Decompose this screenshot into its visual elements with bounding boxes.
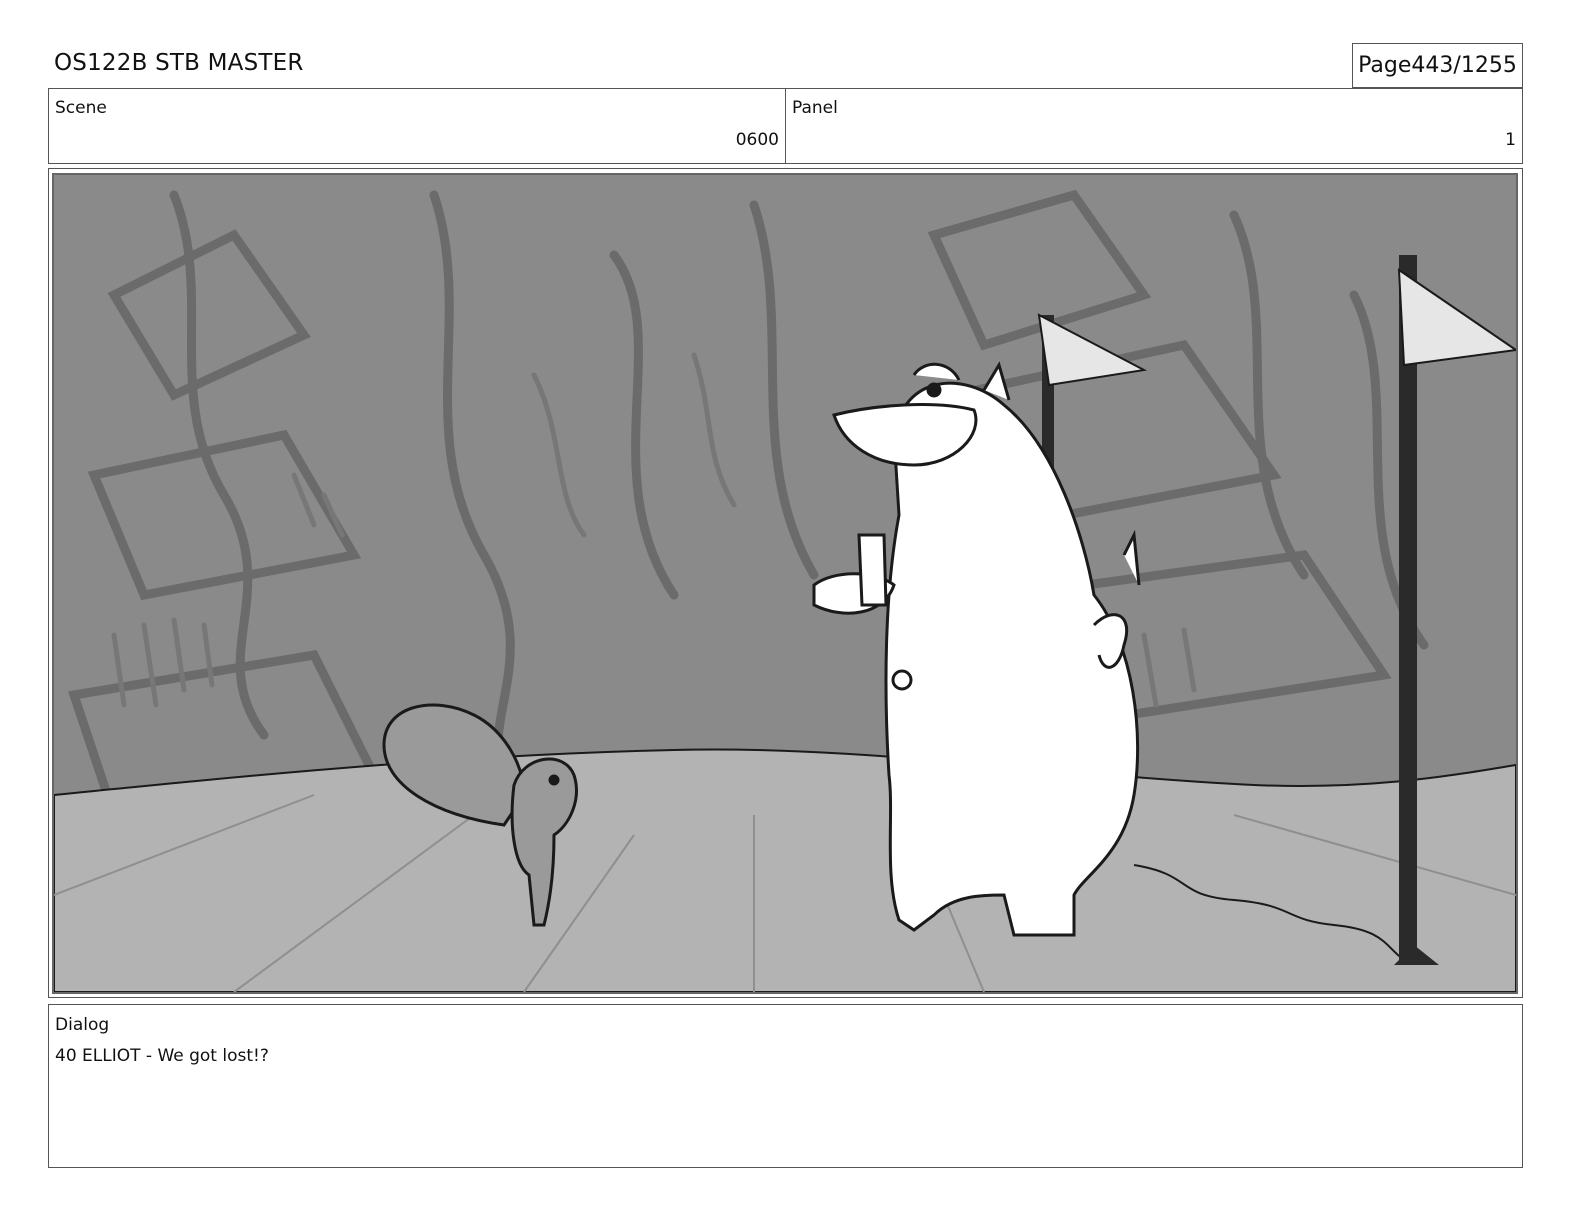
panel-cell: Panel 1 bbox=[786, 89, 1522, 163]
panel-label: Panel bbox=[792, 98, 838, 118]
page-indicator: Page 443/1255 bbox=[1352, 43, 1523, 88]
dialog-text: 40 ELLIOT - We got lost!? bbox=[55, 1046, 269, 1066]
scene-number: 0600 bbox=[735, 130, 779, 150]
scene-label: Scene bbox=[55, 98, 107, 118]
storyboard-image bbox=[52, 173, 1518, 994]
snowy-ground bbox=[54, 748, 1516, 992]
page-label: Page bbox=[1358, 53, 1412, 78]
storyboard-sketch bbox=[54, 175, 1516, 992]
panel-number: 1 bbox=[1505, 130, 1516, 150]
page-number: 443/1255 bbox=[1411, 53, 1517, 78]
dialog-box: Dialog 40 ELLIOT - We got lost!? bbox=[48, 1004, 1523, 1168]
dialog-label: Dialog bbox=[55, 1015, 110, 1035]
scene-panel-row: Scene 0600 Panel 1 bbox=[48, 88, 1523, 164]
scene-cell: Scene 0600 bbox=[49, 89, 786, 163]
document-title: OS122B STB MASTER bbox=[54, 50, 304, 76]
